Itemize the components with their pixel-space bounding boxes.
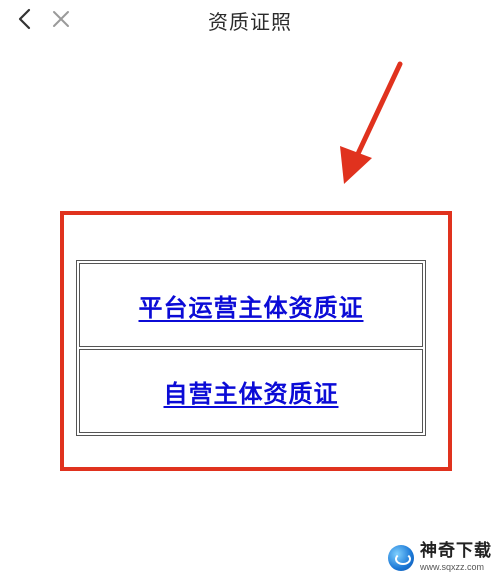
watermark: 神奇下载 www.sqxzz.com [388,543,492,572]
self-operated-certificate-link[interactable]: 自营主体资质证 [164,374,339,409]
table-row: 自营主体资质证 [79,349,423,433]
qualification-links-table: 平台运营主体资质证 自营主体资质证 [76,260,426,436]
watermark-url: www.sqxzz.com [420,562,485,572]
page: 资质证照 平台运营主体资质证 自营主体资质证 神奇下载 www.sqxzz.co… [0,0,500,578]
watermark-name: 神奇下载 [420,541,492,561]
annotation-arrow-icon [340,61,403,184]
page-title: 资质证照 [208,10,292,34]
top-nav-bar: 资质证照 [0,0,500,40]
table-row: 平台运营主体资质证 [79,263,423,347]
platform-operator-certificate-link[interactable]: 平台运营主体资质证 [139,288,364,323]
watermark-logo-icon [388,544,414,571]
